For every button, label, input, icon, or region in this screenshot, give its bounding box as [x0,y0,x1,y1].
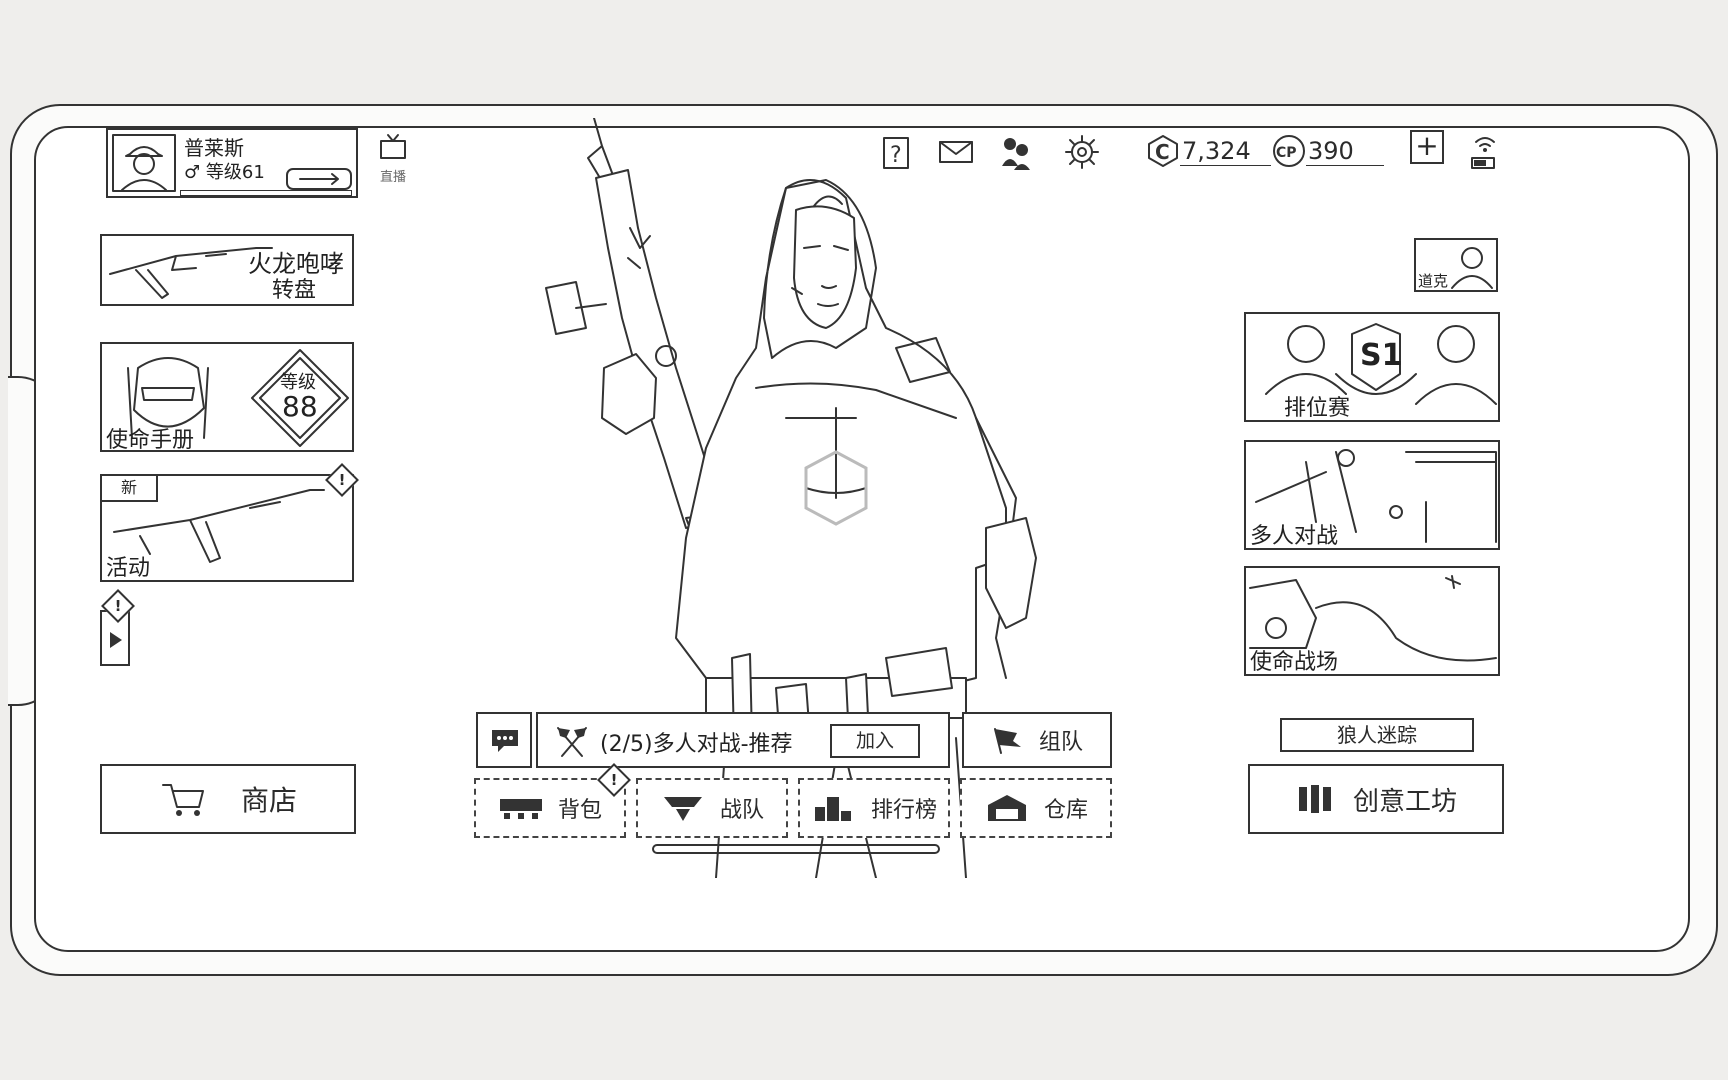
warehouse-button[interactable]: 仓库 [960,778,1112,838]
c-currency[interactable]: C 7,324 [1146,132,1271,170]
shopping-cart-icon [161,784,204,816]
plus-icon: + [1415,129,1439,162]
join-button[interactable]: 加入 [830,724,920,758]
shop-button[interactable]: 商店 [100,764,356,834]
multiplayer-label: 多人对战 [1250,524,1339,549]
mode-select-label: 狼人迷踪 [1337,723,1417,747]
chat-bubble-icon [492,730,518,752]
player-name: 普莱斯 [184,136,244,160]
home-indicator[interactable] [652,844,940,854]
cp-currency-value: 390 [1306,137,1384,166]
broadcast-label: 直播 [379,170,406,185]
mail-icon[interactable] [936,132,976,172]
gender-icon: ♂ [184,162,201,183]
player-level: ♂ 等级61 [184,158,265,184]
event-label: 活动 [106,556,151,581]
cp-currency[interactable]: CP 390 [1272,132,1384,170]
xp-bar [180,190,352,196]
shop-label: 商店 [240,784,297,817]
party-status-bar[interactable]: (2/5)多人对战-推荐 加入 [536,712,950,768]
party-text: (2/5)多人对战-推荐 [600,732,793,757]
top-up-button[interactable]: + [1410,130,1444,164]
battle-pass-label: 使命手册 [106,428,195,453]
tv-icon [380,134,406,159]
spin-title-line2: 转盘 [272,278,317,303]
game-screen: 普莱斯 ♂ 等级61 直播 ? C 7,324 CP 390 + 火龙咆哮 转盘… [34,118,1690,952]
warehouse-label: 仓库 [1043,798,1088,823]
player-profile-card[interactable]: 普莱斯 ♂ 等级61 [106,128,358,198]
clan-label: 战队 [719,798,764,823]
leaderboard-button[interactable]: 排行榜 [798,778,950,838]
team-up-button[interactable]: 组队 [962,712,1112,768]
chat-button[interactable] [476,712,532,768]
ranked-mode-panel[interactable]: S1 排位赛 [1244,312,1500,422]
c-currency-icon: C [1148,135,1178,167]
friends-icon[interactable] [996,132,1036,172]
battle-royale-label: 使命战场 [1250,650,1339,675]
hero-name: 道克 [1418,272,1449,290]
settings-gear-icon[interactable] [1062,132,1102,172]
leaderboard-label: 排行榜 [870,798,937,823]
warehouse-icon [987,795,1026,821]
svg-text:?: ? [890,143,902,168]
spin-wheel-panel[interactable]: 火龙咆哮 转盘 [100,234,354,306]
multiplayer-mode-panel[interactable]: 多人对战 [1244,440,1500,550]
clan-icon [663,797,702,821]
play-arrow-icon [110,632,122,648]
season-label: S1 [1360,338,1403,373]
pass-level-value: 88 [282,390,318,423]
workshop-label: 创意工坊 [1352,786,1457,817]
team-up-label: 组队 [1038,730,1083,755]
backpack-label: 背包 [557,798,602,823]
hero-portrait-button[interactable]: 道克 [1414,238,1498,292]
player-avatar [112,134,176,192]
team-flag-icon [993,728,1021,754]
battle-pass-panel[interactable]: 等级 88 使命手册 [100,342,354,453]
leaderboard-icon [814,797,851,821]
mode-select-dropdown[interactable]: 狼人迷踪 [1280,718,1474,752]
c-currency-value: 7,324 [1180,137,1271,166]
cp-symbol: CP [1276,145,1297,161]
workshop-icon [1298,785,1331,813]
player-level-label: 等级61 [205,162,265,183]
join-label: 加入 [855,730,894,752]
hero-portrait-art [1451,247,1493,289]
clan-button[interactable]: 战队 [636,778,788,838]
wifi-battery-icon [1471,137,1495,169]
rank-emblem-icon [286,168,352,190]
cp-currency-icon: CP [1273,135,1305,167]
broadcast-button[interactable]: 直播 [376,132,410,188]
c-symbol: C [1155,140,1170,164]
battle-royale-panel[interactable]: 使命战场 [1244,566,1500,676]
task-card-icon[interactable]: ? [876,132,916,172]
event-panel[interactable]: 新 活动 [100,474,354,582]
ranked-label: 排位赛 [1284,396,1351,421]
creative-workshop-button[interactable]: 创意工坊 [1248,764,1504,834]
crossed-flags-icon [557,727,587,757]
backpack-icon [499,799,542,819]
